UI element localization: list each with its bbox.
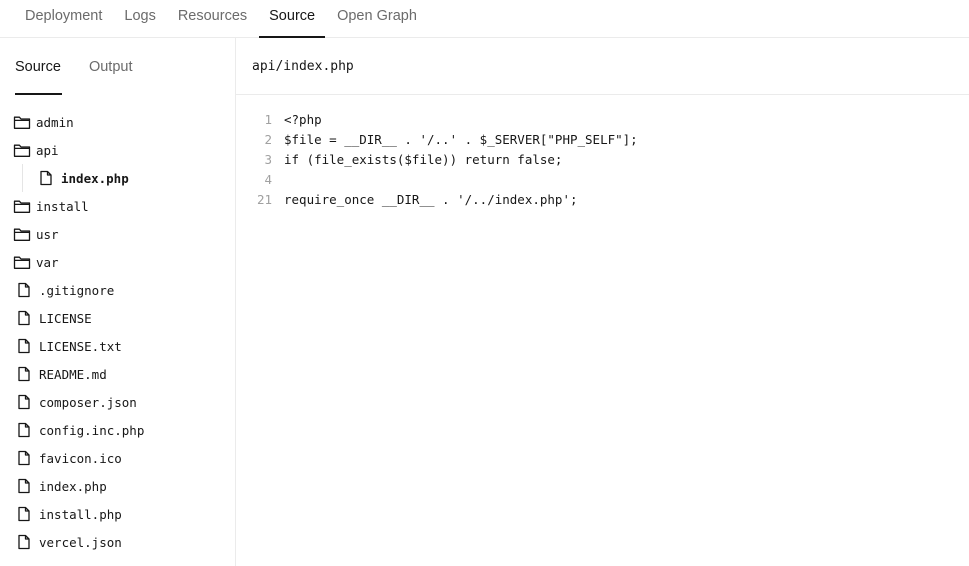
tree-file-gitignore[interactable]: .gitignore: [0, 276, 235, 304]
sidebar-tab-source[interactable]: Source: [15, 38, 62, 95]
line-number: 2: [264, 132, 272, 147]
line-number: 4: [264, 172, 272, 187]
line-number: 21: [256, 192, 272, 207]
tree-file-config-inc-php[interactable]: config.inc.php: [0, 416, 235, 444]
file-icon: [37, 170, 55, 186]
tree-item-label: LICENSE: [39, 310, 92, 326]
tree-item-label: LICENSE.txt: [39, 338, 122, 354]
tree-folder-install[interactable]: install: [0, 192, 235, 220]
tab-logs[interactable]: Logs: [113, 0, 166, 37]
tree-file-index-php[interactable]: index.php: [0, 472, 235, 500]
tree-folder-var[interactable]: var: [0, 248, 235, 276]
tree-item-label: composer.json: [39, 394, 137, 410]
code-line: 21 require_once __DIR__ . '/../index.php…: [236, 190, 969, 210]
folder-icon: [13, 226, 31, 242]
tree-item-label: favicon.ico: [39, 450, 122, 466]
code-view[interactable]: 1 <?php 2 $file = __DIR__ . '/..' . $_SE…: [236, 95, 969, 210]
tree-file-composer-json[interactable]: composer.json: [0, 388, 235, 416]
tree-file-api-index[interactable]: index.php: [0, 164, 235, 192]
line-number: 1: [264, 112, 272, 127]
tree-file-install-php[interactable]: install.php: [0, 500, 235, 528]
file-icon: [15, 310, 33, 326]
folder-icon: [13, 142, 31, 158]
tree-item-label: .gitignore: [39, 282, 115, 298]
file-icon: [15, 534, 33, 550]
tree-item-label: index.php: [39, 478, 107, 494]
tab-open-graph[interactable]: Open Graph: [326, 0, 428, 37]
line-content: if (file_exists($file)) return false;: [284, 152, 563, 167]
tree-folder-admin[interactable]: admin: [0, 108, 235, 136]
folder-icon: [13, 198, 31, 214]
file-icon: [15, 450, 33, 466]
tree-item-label: install: [36, 198, 89, 214]
file-path-header: api/index.php: [236, 38, 969, 95]
tree-file-favicon[interactable]: favicon.ico: [0, 444, 235, 472]
tree-folder-usr[interactable]: usr: [0, 220, 235, 248]
line-content: $file = __DIR__ . '/..' . $_SERVER["PHP_…: [284, 132, 638, 147]
tree-item-label: index.php: [61, 170, 129, 186]
tree-item-label: vercel.json: [39, 534, 122, 550]
file-icon: [15, 422, 33, 438]
code-line: 1 <?php: [236, 110, 969, 130]
top-tab-bar: Deployment Logs Resources Source Open Gr…: [0, 0, 969, 38]
tree-item-label: config.inc.php: [39, 422, 145, 438]
tree-item-label: README.md: [39, 366, 107, 382]
file-icon: [15, 478, 33, 494]
tab-source[interactable]: Source: [258, 0, 326, 38]
file-path: api/index.php: [252, 58, 354, 74]
line-number: 3: [264, 152, 272, 167]
code-line: 3 if (file_exists($file)) return false;: [236, 150, 969, 170]
tree-item-label: usr: [36, 226, 59, 242]
tree-item-label: install.php: [39, 506, 122, 522]
folder-icon: [13, 114, 31, 130]
tree-item-label: api: [36, 142, 59, 158]
line-content: [272, 170, 284, 190]
tab-resources[interactable]: Resources: [167, 0, 258, 37]
code-line: 4: [236, 170, 969, 190]
tree-file-vercel-json[interactable]: vercel.json: [0, 528, 235, 556]
tree-item-label: var: [36, 254, 59, 270]
sidebar-tab-output[interactable]: Output: [89, 38, 133, 95]
tree-file-license-txt[interactable]: LICENSE.txt: [0, 332, 235, 360]
tree-file-readme[interactable]: README.md: [0, 360, 235, 388]
file-icon: [15, 506, 33, 522]
tree-folder-api[interactable]: api: [0, 136, 235, 164]
file-icon: [15, 282, 33, 298]
file-sidebar: Source Output admin api index.php instal…: [0, 38, 236, 566]
tree-item-label: admin: [36, 114, 74, 130]
line-content: require_once __DIR__ . '/../index.php';: [284, 192, 578, 207]
file-icon: [15, 366, 33, 382]
source-viewer: api/index.php 1 <?php 2 $file = __DIR__ …: [236, 38, 969, 566]
sidebar-tab-bar: Source Output: [0, 38, 235, 95]
code-line: 2 $file = __DIR__ . '/..' . $_SERVER["PH…: [236, 130, 969, 150]
file-icon: [15, 338, 33, 354]
file-tree: admin api index.php install usr var .git…: [0, 95, 235, 556]
folder-icon: [13, 254, 31, 270]
line-content: <?php: [284, 112, 322, 127]
tree-file-license[interactable]: LICENSE: [0, 304, 235, 332]
tab-deployment[interactable]: Deployment: [14, 0, 113, 37]
file-icon: [15, 394, 33, 410]
